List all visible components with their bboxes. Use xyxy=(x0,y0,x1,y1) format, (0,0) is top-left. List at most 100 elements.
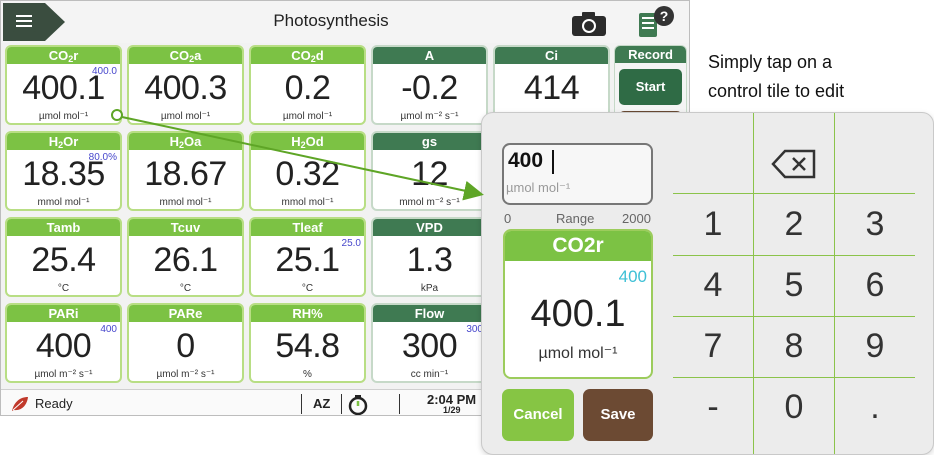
tile-label-text: RH% xyxy=(292,306,323,321)
key-8[interactable]: 8 xyxy=(754,316,834,376)
tile-co2a[interactable]: CO2a 400.3 µmol mol⁻¹ xyxy=(127,45,244,125)
tile-pare[interactable]: PARe 0 µmol m⁻² s⁻¹ xyxy=(127,303,244,383)
tile-vpd[interactable]: VPD 1.3 kPa xyxy=(371,217,488,297)
tile-label-suffix: r xyxy=(73,48,79,63)
tile-label-text: H xyxy=(48,134,59,149)
tile-value: 26.1 xyxy=(153,241,218,279)
range-label: Range xyxy=(556,211,595,226)
stopwatch-icon[interactable] xyxy=(347,394,369,416)
tile-tamb[interactable]: Tamb 25.4 °C xyxy=(5,217,122,297)
tile-value: 25.4 xyxy=(31,241,96,279)
tile-unit: µmol mol⁻¹ xyxy=(160,111,211,122)
key-decimal[interactable]: . xyxy=(835,377,915,437)
tile-value: 400.1 xyxy=(22,69,105,107)
tile-value: 54.8 xyxy=(275,327,340,365)
tile-flow[interactable]: Flow 300 300 cc min⁻¹ xyxy=(371,303,488,383)
tile-tleaf[interactable]: Tleaf 25.0 25.1 °C xyxy=(249,217,366,297)
menu-button[interactable] xyxy=(3,3,65,41)
tile-value: -0.2 xyxy=(401,69,458,107)
tile-tcuv[interactable]: Tcuv 26.1 °C xyxy=(127,217,244,297)
tile-label-suffix: Oa xyxy=(184,134,202,149)
tile-h2oa[interactable]: H2Oa 18.67 mmol mol⁻¹ xyxy=(127,131,244,211)
setpoint-input-value: 400 xyxy=(508,149,544,172)
tile-unit: µmol m⁻² s⁻¹ xyxy=(34,369,93,380)
key-minus[interactable]: - xyxy=(673,377,753,437)
hamburger-menu-icon xyxy=(11,10,37,32)
tile-rh-pct[interactable]: RH% 54.8% xyxy=(249,303,366,383)
tile-label: gs xyxy=(373,133,486,150)
help-book-icon[interactable]: ? xyxy=(637,5,677,39)
tile-label-text: Tamb xyxy=(46,220,81,235)
preview-tile-value: 400.1 xyxy=(530,293,626,335)
stage: Photosynthesis ? CO2r 400.0 400.1 µmol mol⁻… xyxy=(0,0,934,455)
tile-value: 1.3 xyxy=(406,241,453,279)
tile-gs[interactable]: gs 12 mmol m⁻² s⁻¹ xyxy=(371,131,488,211)
tile-label: H2Or xyxy=(7,133,120,150)
tile-label-text: CO xyxy=(169,48,190,63)
tile-unit: µmol mol⁻¹ xyxy=(38,111,89,122)
tile-label-text: H xyxy=(169,134,180,149)
callout-text: Simply tap on a control tile to edit xyxy=(708,48,928,106)
status-divider xyxy=(341,394,342,414)
cancel-button[interactable]: Cancel xyxy=(502,389,574,441)
tile-unit: °C xyxy=(57,283,70,294)
key-6[interactable]: 6 xyxy=(835,255,915,315)
tile-co2d[interactable]: CO2d 0.2 µmol mol⁻¹ xyxy=(249,45,366,125)
tile-label-text: Tcuv xyxy=(170,220,201,235)
tile-value: 0 xyxy=(176,327,195,365)
setpoint-input[interactable]: 400 µmol mol⁻¹ xyxy=(502,143,653,205)
key-3[interactable]: 3 xyxy=(835,194,915,254)
tile-label-text: CO xyxy=(48,48,69,63)
tile-label: H2Oa xyxy=(129,133,242,150)
tile-label: CO2d xyxy=(251,47,364,64)
tile-co2r[interactable]: CO2r 400.0 400.1 µmol mol⁻¹ xyxy=(5,45,122,125)
text-caret xyxy=(552,150,554,174)
key-4[interactable]: 4 xyxy=(673,255,753,315)
range-max: 2000 xyxy=(622,211,651,226)
key-0[interactable]: 0 xyxy=(754,377,834,437)
tile-value: 0.2 xyxy=(284,69,331,107)
tile-label-text: PARe xyxy=(168,306,203,321)
tile-unit: µmol m⁻² s⁻¹ xyxy=(400,111,459,122)
tile-unit: mmol m⁻² s⁻¹ xyxy=(399,197,460,208)
tile-label: Tamb xyxy=(7,219,120,236)
backspace-icon[interactable] xyxy=(771,149,817,179)
svg-text:?: ? xyxy=(660,8,669,24)
tile-label-suffix: a xyxy=(194,48,202,63)
az-label: AZ xyxy=(313,396,331,411)
range-min: 0 xyxy=(504,211,512,226)
tile-unit: % xyxy=(303,369,312,380)
status-text: Ready xyxy=(35,396,73,411)
tile-h2od[interactable]: H2Od 0.32 mmol mol⁻¹ xyxy=(249,131,366,211)
key-9[interactable]: 9 xyxy=(835,316,915,376)
status-divider xyxy=(399,394,400,414)
tile-label: Flow xyxy=(373,305,486,322)
tile-label: Tleaf xyxy=(251,219,364,236)
tile-value: 400.3 xyxy=(144,69,227,107)
leaf-icon xyxy=(12,397,28,411)
key-1[interactable]: 1 xyxy=(673,194,753,254)
tile-label-text: A xyxy=(424,48,435,63)
preview-tile: CO2r 400 400.1 µmol mol⁻¹ xyxy=(503,229,653,379)
page-title: Photosynthesis xyxy=(273,11,389,30)
tile-label-text: Tleaf xyxy=(292,220,323,235)
edit-setpoint-dialog: 400 µmol mol⁻¹ 0 Range 2000 CO2r 400 400… xyxy=(481,112,934,455)
camera-icon[interactable] xyxy=(571,11,607,37)
tile-label: PARe xyxy=(129,305,242,322)
save-button[interactable]: Save xyxy=(583,389,653,441)
tile-label-text: gs xyxy=(421,134,438,149)
preview-tile-setpoint: 400 xyxy=(618,267,647,286)
tile-a[interactable]: A -0.2 µmol m⁻² s⁻¹ xyxy=(371,45,488,125)
tile-h2or[interactable]: H2Or 80.0% 18.35 mmol mol⁻¹ xyxy=(5,131,122,211)
tile-label-suffix: Od xyxy=(305,134,324,149)
numeric-keypad: 123 456 789 -0. xyxy=(673,113,915,454)
start-button[interactable]: Start xyxy=(619,69,682,105)
tile-label: CO2a xyxy=(129,47,242,64)
key-5[interactable]: 5 xyxy=(754,255,834,315)
key-7[interactable]: 7 xyxy=(673,316,753,376)
tile-unit: cc min⁻¹ xyxy=(410,369,449,380)
key-2[interactable]: 2 xyxy=(754,194,834,254)
tile-label: VPD xyxy=(373,219,486,236)
tile-label: A xyxy=(373,47,486,64)
tile-pari[interactable]: PARi 400 400 µmol m⁻² s⁻¹ xyxy=(5,303,122,383)
